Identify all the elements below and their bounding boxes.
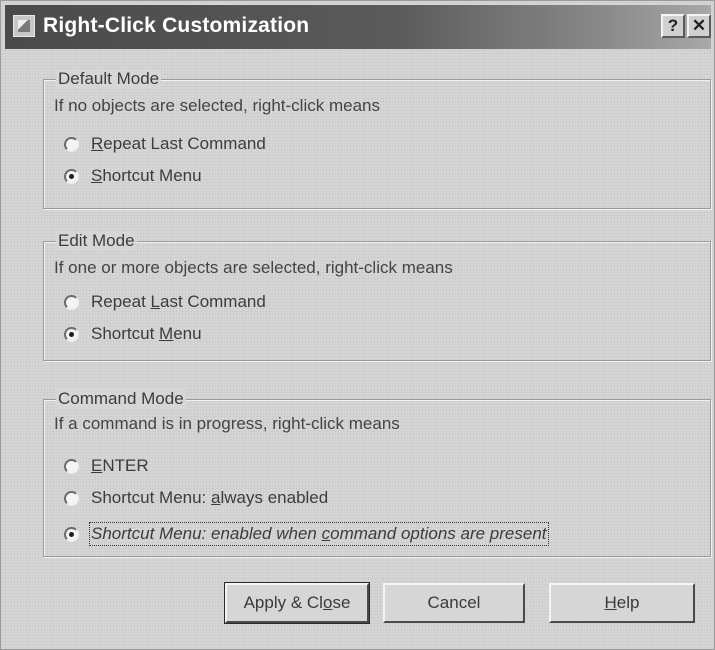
option-label: Shortcut Menu: enabled when command opti…: [89, 522, 549, 546]
default-mode-legend: Default Mode: [56, 69, 162, 89]
default-mode-group: Default Mode If no objects are selected,…: [43, 69, 711, 209]
option-label: Shortcut Menu: [91, 324, 202, 343]
app-icon: [13, 15, 35, 37]
default-shortcut-menu-radio[interactable]: Shortcut Menu: [64, 164, 202, 188]
option-label: Repeat Last Command: [91, 134, 266, 153]
option-label: Repeat Last Command: [91, 292, 266, 311]
radio-button[interactable]: [64, 294, 79, 310]
radio-button[interactable]: [64, 168, 79, 184]
option-label: Shortcut Menu: [91, 166, 202, 185]
option-label: Shortcut Menu: always enabled: [91, 488, 329, 507]
help-titlebar-button[interactable]: ?: [661, 14, 685, 38]
radio-button[interactable]: [64, 490, 79, 506]
edit-mode-legend: Edit Mode: [56, 231, 137, 251]
radio-button[interactable]: [64, 458, 79, 474]
edit-mode-description: If one or more objects are selected, rig…: [54, 258, 453, 277]
apply-close-button[interactable]: Apply & Close: [224, 582, 370, 624]
close-icon[interactable]: ✕: [687, 14, 711, 38]
cancel-button[interactable]: Cancel: [383, 583, 525, 623]
command-mode-group: Command Mode If a command is in progress…: [43, 389, 711, 557]
default-repeat-last-command-radio[interactable]: Repeat Last Command: [64, 132, 266, 156]
edit-mode-group: Edit Mode If one or more objects are sel…: [43, 231, 711, 361]
window-title: Right-Click Customization: [43, 14, 310, 37]
command-enter-radio[interactable]: ENTER: [64, 454, 149, 478]
radio-button[interactable]: [64, 136, 79, 152]
radio-button[interactable]: [64, 326, 79, 342]
help-button[interactable]: Help: [549, 583, 695, 623]
title-bar[interactable]: Right-Click Customization ? ✕: [5, 5, 711, 49]
edit-repeat-last-command-radio[interactable]: Repeat Last Command: [64, 290, 266, 314]
command-mode-description: If a command is in progress, right-click…: [54, 414, 400, 433]
option-label: ENTER: [91, 456, 149, 475]
command-mode-legend: Command Mode: [56, 389, 186, 409]
command-shortcut-menu-always-radio[interactable]: Shortcut Menu: always enabled: [64, 486, 328, 510]
right-click-customization-dialog: Right-Click Customization ? ✕ Default Mo…: [0, 0, 715, 650]
default-mode-description: If no objects are selected, right-click …: [54, 96, 380, 115]
edit-shortcut-menu-radio[interactable]: Shortcut Menu: [64, 322, 202, 346]
radio-button[interactable]: [64, 526, 79, 542]
command-shortcut-menu-options-radio[interactable]: Shortcut Menu: enabled when command opti…: [64, 522, 549, 546]
